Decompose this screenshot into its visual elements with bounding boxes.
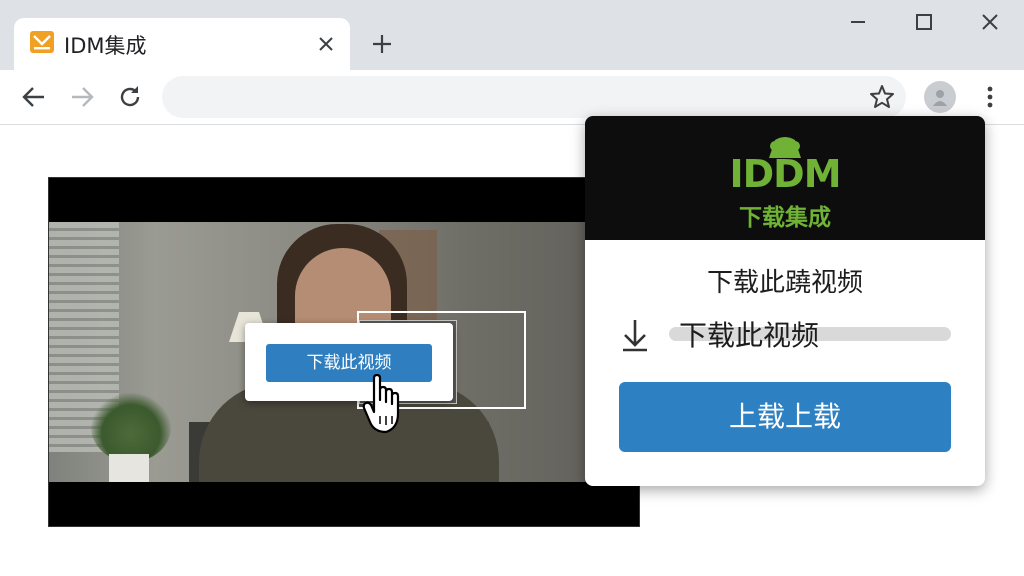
menu-icon[interactable] [978,83,1002,111]
idm-popup: IDDM 下载集成 下载此蹺视频 下载此视频 上载上载 [585,116,985,486]
idm-heading: 下载此蹺视频 [706,268,863,298]
idm-action-button[interactable]: 上载上载 [619,382,951,452]
reload-icon[interactable] [116,83,144,111]
title-bar: IDM集成 [0,0,1024,70]
tab-idm[interactable]: IDM集成 [14,18,350,70]
video-download-panel: 下载此视频 [245,323,453,401]
idm-favicon-icon [30,31,54,53]
hand-cursor-icon [362,374,400,434]
star-icon[interactable] [868,83,896,111]
maximize-icon[interactable] [912,10,936,34]
close-window-icon[interactable] [978,10,1002,34]
new-tab-icon[interactable] [370,32,394,56]
tab-close-icon[interactable] [314,32,338,56]
idm-download-item[interactable]: 下载此视频 [619,314,951,354]
download-arrow-icon [623,320,647,352]
idm-subtitle: 下载集成 [739,205,831,231]
back-icon[interactable] [20,83,48,111]
idm-logo-text: IDDM [729,152,841,196]
address-bar[interactable] [162,76,906,118]
idm-item-label: 下载此视频 [679,319,820,352]
address-input[interactable] [182,84,846,112]
tab-title: IDM集成 [64,34,147,58]
idm-header: IDDM 下载集成 [585,116,985,240]
plant [91,392,171,462]
profile-icon[interactable] [924,81,956,113]
minimize-icon[interactable] [846,10,870,34]
forward-icon[interactable] [68,83,96,111]
plant-pot [109,454,149,482]
